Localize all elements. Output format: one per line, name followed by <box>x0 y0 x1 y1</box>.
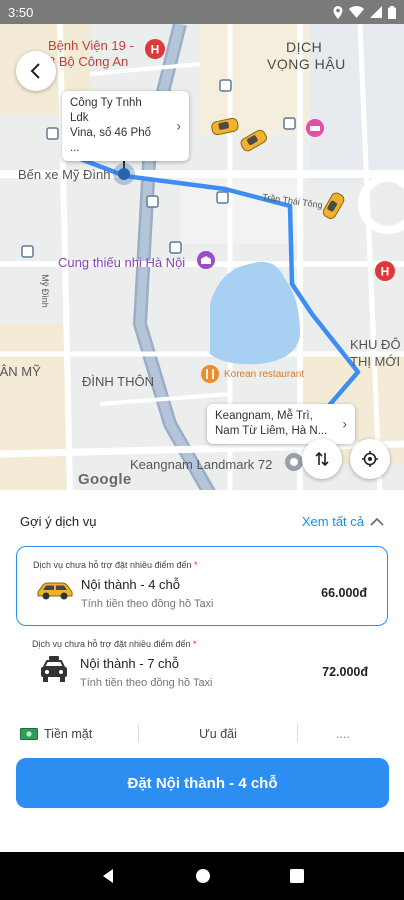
map-label-korean: Korean restaurant <box>224 369 305 380</box>
map-label-thi-moi: THỊ MỚI <box>350 354 401 369</box>
promo-label: Ưu đãi <box>199 727 237 741</box>
book-ride-button[interactable]: Đặt Nội thành - 4 chỗ <box>16 758 389 808</box>
pickup-address-line1: Công Ty Tnhh Ldk <box>70 97 142 124</box>
hospital-icon: H <box>375 261 395 281</box>
promo-button[interactable]: Ưu đãi <box>139 724 297 744</box>
status-bar: 3:50 <box>0 0 404 24</box>
more-options-button[interactable]: .... <box>298 724 388 744</box>
map-label-vong-hau: VỌNG HẬU <box>267 56 346 72</box>
see-all-button[interactable]: Xem tất cả <box>302 514 384 529</box>
service-price: 72.000đ <box>322 665 368 679</box>
chevron-right-icon: › <box>176 117 181 134</box>
hospital-icon: H <box>145 39 165 59</box>
map-label-keangnam: Keangnam Landmark 72 <box>130 457 273 472</box>
cash-icon <box>20 728 38 740</box>
chevron-left-icon <box>30 63 40 79</box>
swap-vertical-icon <box>315 451 329 467</box>
see-all-label: Xem tất cả <box>301 514 364 529</box>
service-sheet-header: Gợi ý dịch vụ Xem tất cả <box>20 514 384 529</box>
service-price: 66.000đ <box>321 586 367 600</box>
status-time: 3:50 <box>8 4 34 20</box>
book-ride-label: Đặt Nội thành - 4 chỗ <box>127 774 278 792</box>
payment-method-label: Tiền mặt <box>44 727 93 741</box>
map-label-dinh-thon: ĐÌNH THÔN <box>82 374 154 389</box>
dropoff-address-tooltip[interactable]: Keangnam, Mễ Trì, Nam Từ Liêm, Hà N... › <box>207 404 355 444</box>
svg-text:H: H <box>381 265 390 279</box>
crosshair-icon <box>362 451 378 467</box>
back-button[interactable] <box>16 51 56 91</box>
map-label-dich: DỊCH <box>286 39 323 55</box>
svg-text:H: H <box>151 43 160 57</box>
nav-recents-icon[interactable] <box>290 869 305 883</box>
my-location-button[interactable] <box>350 439 390 479</box>
google-logo: Google <box>78 471 132 488</box>
service-card-4-seat[interactable]: Dịch vụ chưa hỗ trợ đặt nhiều điểm đến *… <box>16 546 388 626</box>
restaurant-icon <box>201 365 219 383</box>
taxi-car-icon <box>37 582 73 600</box>
hotel-icon <box>306 119 324 137</box>
pickup-address-line2: Vina, số 46 Phố ... <box>70 127 151 154</box>
nav-back-icon[interactable] <box>100 868 116 884</box>
map-label-ben-xe: Bến xe Mỹ Đình <box>18 167 111 182</box>
service-note: Dịch vụ chưa hỗ trợ đặt nhiều điểm đến * <box>32 639 197 649</box>
service-name: Nội thành - 7 chỗ <box>80 656 180 671</box>
service-name: Nội thành - 4 chỗ <box>81 577 181 592</box>
palace-icon <box>197 251 215 269</box>
map-label-hospital: Bệnh Viện 19 - 8 Bộ Công An <box>48 38 134 69</box>
taxi-icon <box>322 192 345 219</box>
system-nav-bar <box>0 852 404 900</box>
map-label-cung-thieu-nhi: Cung thiếu nhi Hà Nội <box>58 255 186 270</box>
location-icon <box>333 5 343 19</box>
battery-icon <box>388 5 396 19</box>
swap-route-button[interactable] <box>302 439 342 479</box>
dropoff-address-line1: Keangnam, Mễ Trì, <box>215 410 313 422</box>
taxi-icon <box>240 129 267 152</box>
pickup-address-tooltip[interactable]: Công Ty Tnhh Ldk Vina, số 46 Phố ... › <box>62 91 189 161</box>
chevron-right-icon: › <box>342 415 347 432</box>
map-view[interactable]: H H Bệnh Viện 19 - 8 Bộ Công An DỊCH VỌN… <box>0 24 404 494</box>
map-label-street: Mỹ Đình <box>39 274 50 308</box>
nav-home-icon[interactable] <box>195 868 211 884</box>
chevron-up-icon <box>370 517 384 526</box>
dropoff-address-line2: Nam Từ Liêm, Hà N... <box>215 425 328 437</box>
more-options-label: .... <box>336 727 350 741</box>
options-row: Tiền mặt Ưu đãi .... <box>20 724 388 744</box>
sheet-heading: Gợi ý dịch vụ <box>20 514 97 529</box>
service-card-7-seat[interactable]: Dịch vụ chưa hỗ trợ đặt nhiều điểm đến *… <box>16 626 388 706</box>
service-fare-type: Tính tiền theo đồng hồ Taxi <box>80 677 213 689</box>
map-label-an-my: IÂN MỸ <box>0 364 41 379</box>
payment-method-button[interactable]: Tiền mặt <box>20 724 138 744</box>
taxi-icon <box>211 117 239 136</box>
service-fare-type: Tính tiền theo đồng hồ Taxi <box>81 598 214 610</box>
signal-icon <box>370 6 382 18</box>
taxi-front-icon <box>41 656 67 682</box>
service-note: Dịch vụ chưa hỗ trợ đặt nhiều điểm đến * <box>33 560 198 570</box>
wifi-icon <box>349 6 364 18</box>
map-label-khu-do: KHU ĐÔ <box>350 337 401 352</box>
service-sheet: Gợi ý dịch vụ Xem tất cả Dịch vụ chưa hỗ… <box>0 490 404 852</box>
